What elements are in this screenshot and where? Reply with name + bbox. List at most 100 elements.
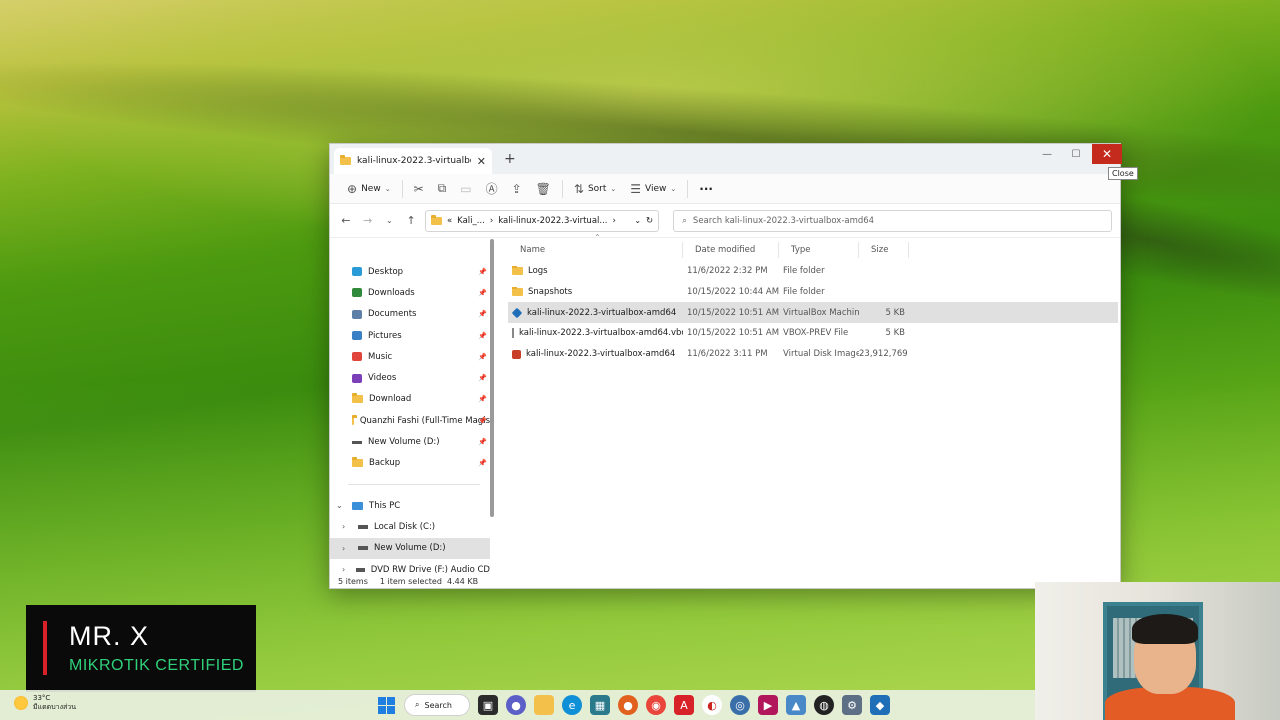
column-header-type[interactable]: Type <box>779 242 859 258</box>
address-bar[interactable]: « Kali_... › kali-linux-2022.3-virtual..… <box>424 209 660 232</box>
pin-icon[interactable]: 📌 <box>478 374 487 382</box>
sidebar-item-label: Local Disk (C:) <box>374 521 436 532</box>
chrome-icon[interactable]: ◉ <box>646 695 666 715</box>
maximize-button[interactable]: ☐ <box>1061 144 1091 164</box>
breadcrumb-overflow[interactable]: « <box>447 216 452 226</box>
sidebar-item[interactable]: New Volume (D:) 📌 <box>330 431 490 452</box>
file-type: VBOX-PREV File <box>783 328 849 339</box>
cut-button[interactable]: ✂ <box>407 177 431 201</box>
firefox-icon[interactable]: ● <box>618 695 638 715</box>
refresh-icon[interactable]: ↻ <box>646 216 653 226</box>
view-button[interactable]: ☰ View ⌄ <box>623 177 683 201</box>
pin-icon[interactable]: 📌 <box>478 417 487 425</box>
sidebar-item[interactable]: Backup 📌 <box>330 453 490 474</box>
weather-widget[interactable]: 33°C มีแดดบางส่วน <box>14 694 76 712</box>
command-bar: ⊕ New ⌄ ✂ ⧉ ▭ Ⓐ ⇪ 🗑 ⇅ Sort ⌄ ☰ View ⌄ ··… <box>330 174 1120 204</box>
file-row[interactable]: kali-linux-2022.3-virtualbox-amd64 11/6/2… <box>508 344 1118 365</box>
pin-icon[interactable]: 📌 <box>478 438 487 446</box>
new-tab-button[interactable]: + <box>504 151 516 167</box>
chevron-right-icon[interactable]: › <box>342 544 352 553</box>
chevron-right-icon[interactable]: › <box>342 565 350 574</box>
sidebar-drive-item[interactable]: › DVD RW Drive (F:) Audio CD <box>330 559 490 575</box>
cut-icon: ✂ <box>413 181 424 196</box>
tab-close-icon[interactable]: ✕ <box>477 155 486 168</box>
sidebar-item[interactable]: Music 📌 <box>330 346 490 367</box>
column-header-date[interactable]: Date modified <box>683 242 779 258</box>
up-arrow-icon[interactable]: ↑ <box>403 214 419 227</box>
sidebar-item-label: Quanzhi Fashi (Full-Time Magis <box>359 415 490 426</box>
column-header-size[interactable]: Size <box>859 242 909 258</box>
taskbar-search[interactable]: ⌕ Search <box>404 694 470 716</box>
file-explorer-icon[interactable] <box>534 695 554 715</box>
folder-icon <box>352 457 363 468</box>
file-size: 5 KB <box>885 307 905 318</box>
webcam-overlay <box>1035 582 1280 720</box>
chevron-down-icon: ⌄ <box>670 184 677 193</box>
file-row[interactable]: kali-linux-2022.3-virtualbox-amd64.vbox.… <box>508 323 1118 344</box>
breadcrumb-item[interactable]: Kali_... <box>457 216 485 226</box>
rename-button[interactable]: Ⓐ <box>479 177 505 201</box>
sidebar-item-label: Videos <box>368 373 397 384</box>
close-button[interactable]: ✕ <box>1092 144 1122 164</box>
virtualbox-icon[interactable]: ◆ <box>870 695 890 715</box>
sidebar-item-this-pc[interactable]: ⌄ This PC <box>330 495 490 516</box>
file-date: 11/6/2022 2:32 PM <box>687 266 768 277</box>
file-row[interactable]: Logs 11/6/2022 2:32 PM File folder <box>508 261 1118 282</box>
forward-arrow-icon[interactable]: → <box>360 214 376 227</box>
start-button[interactable] <box>376 695 396 715</box>
sidebar-item[interactable]: Videos 📌 <box>330 367 490 388</box>
delete-button[interactable]: 🗑 <box>529 177 558 201</box>
view-button-label: View <box>645 183 667 194</box>
sidebar-drive-item[interactable]: › Local Disk (C:) <box>330 516 490 537</box>
sidebar-item[interactable]: Download 📌 <box>330 389 490 410</box>
search-box[interactable]: ⌕ Search kali-linux-2022.3-virtualbox-am… <box>673 209 1112 232</box>
chat-icon[interactable]: ● <box>506 695 526 715</box>
store-icon[interactable]: ▦ <box>590 695 610 715</box>
column-header-name[interactable]: Name <box>508 242 683 258</box>
minimize-button[interactable]: — <box>1032 144 1062 164</box>
pin-icon[interactable]: 📌 <box>478 395 487 403</box>
more-options-button[interactable]: ··· <box>692 177 720 201</box>
sidebar-item[interactable]: Downloads 📌 <box>330 282 490 303</box>
file-type: Virtual Disk Image <box>783 349 859 360</box>
sidebar-item[interactable]: Desktop 📌 <box>330 261 490 282</box>
network-app-icon[interactable]: ◎ <box>730 695 750 715</box>
sort-button[interactable]: ⇅ Sort ⌄ <box>567 177 623 201</box>
sidebar-item[interactable]: Pictures 📌 <box>330 325 490 346</box>
sidebar-item[interactable]: Documents 📌 <box>330 304 490 325</box>
edge-icon[interactable]: e <box>562 695 582 715</box>
chevron-right-icon[interactable]: › <box>342 522 352 531</box>
navigation-scrollbar[interactable] <box>490 239 494 517</box>
pin-icon[interactable]: 📌 <box>478 289 487 297</box>
copy-button[interactable]: ⧉ <box>431 177 454 201</box>
task-view-icon[interactable]: ▣ <box>478 695 498 715</box>
file-row[interactable]: Snapshots 10/15/2022 10:44 AM File folder <box>508 282 1118 303</box>
recent-chevron-icon[interactable]: ⌄ <box>381 216 397 225</box>
pin-icon[interactable]: 📌 <box>478 310 487 318</box>
app-icon[interactable]: ◐ <box>702 695 722 715</box>
share-button[interactable]: ⇪ <box>505 177 529 201</box>
explorer-tab[interactable]: kali-linux-2022.3-virtualbox-a ✕ <box>334 148 492 174</box>
file-row[interactable]: kali-linux-2022.3-virtualbox-amd64 10/15/… <box>508 302 1118 324</box>
paste-button[interactable]: ▭ <box>453 177 478 201</box>
obs-icon[interactable]: ◍ <box>814 695 834 715</box>
file-date: 10/15/2022 10:44 AM <box>687 287 780 298</box>
media-app-icon[interactable]: ▶ <box>758 695 778 715</box>
sidebar-item[interactable]: Quanzhi Fashi (Full-Time Magis 📌 <box>330 410 490 431</box>
file-type: VirtualBox Machin... <box>783 307 859 318</box>
pin-icon[interactable]: 📌 <box>478 268 487 276</box>
pin-icon[interactable]: 📌 <box>478 459 487 467</box>
settings-icon[interactable]: ⚙ <box>842 695 862 715</box>
search-placeholder: Search kali-linux-2022.3-virtualbox-amd6… <box>692 215 875 226</box>
pin-icon[interactable]: 📌 <box>478 353 487 361</box>
sidebar-drive-item[interactable]: › New Volume (D:) <box>330 537 490 559</box>
back-arrow-icon[interactable]: ← <box>338 214 354 227</box>
chevron-down-icon[interactable]: ⌄ <box>634 216 641 225</box>
photos-icon[interactable]: ▲ <box>786 695 806 715</box>
breadcrumb-item[interactable]: kali-linux-2022.3-virtual... <box>498 216 607 226</box>
folder-icon <box>512 287 523 297</box>
new-button[interactable]: ⊕ New ⌄ <box>340 177 398 201</box>
pin-icon[interactable]: 📌 <box>478 332 487 340</box>
acrobat-icon[interactable]: A <box>674 695 694 715</box>
chevron-down-icon[interactable]: ⌄ <box>336 501 346 510</box>
